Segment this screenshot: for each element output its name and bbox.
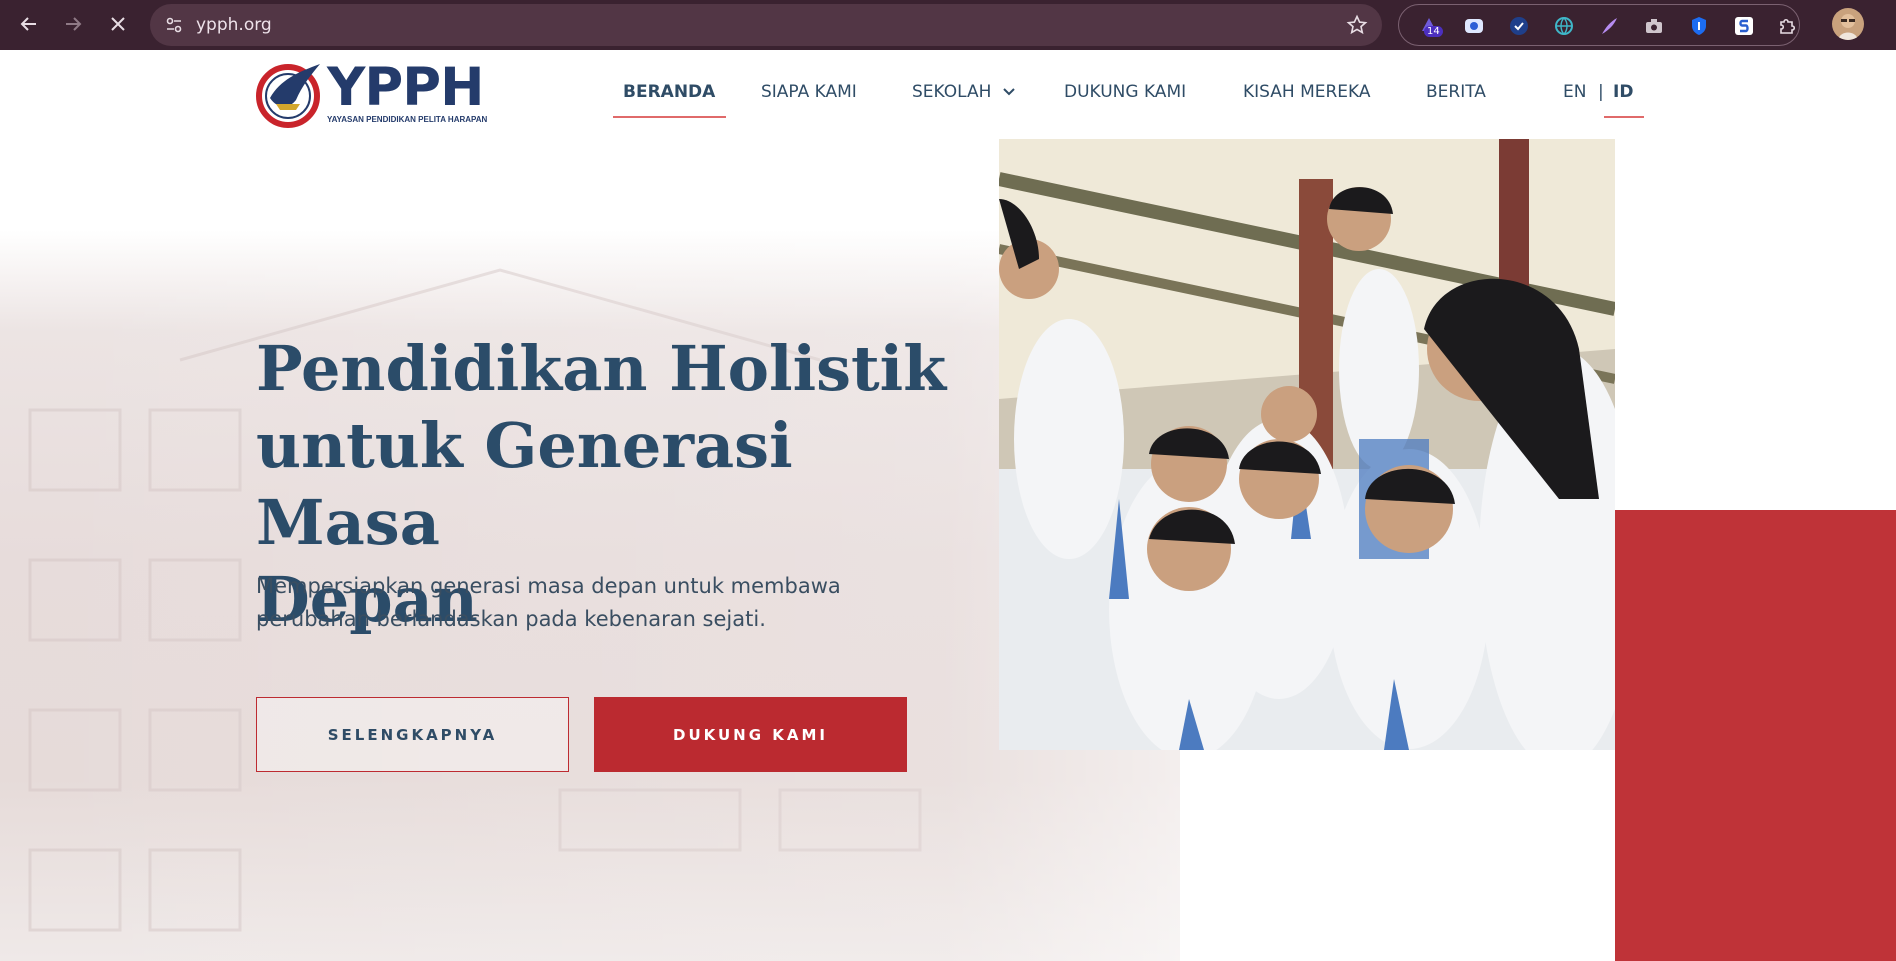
feather-extension-icon[interactable] — [1598, 15, 1620, 37]
bookmark-star-icon[interactable] — [1346, 14, 1368, 36]
decorative-red-block — [1615, 510, 1896, 961]
lang-active-underline — [1604, 116, 1644, 118]
extensions-bar: 14 — [1398, 4, 1800, 46]
lang-id[interactable]: ID — [1613, 82, 1633, 102]
nav-item-dukung-kami[interactable]: DUKUNG KAMI — [1064, 82, 1186, 102]
extensions-puzzle-icon[interactable] — [1776, 15, 1798, 37]
dukung-kami-button[interactable]: DUKUNG KAMI — [594, 697, 907, 772]
address-bar[interactable]: ypph.org — [150, 4, 1382, 46]
nav-item-kisah-mereka[interactable]: KISAH MEREKA — [1243, 82, 1371, 102]
forward-arrow-icon[interactable] — [58, 9, 88, 39]
browser-toolbar: ypph.org 14 — [0, 0, 1896, 50]
hero-title-line: untuk Generasi Masa — [256, 409, 793, 559]
web-page: YPPH YAYASAN PENDIDIKAN PELITA HARAPAN B… — [0, 50, 1896, 961]
lang-separator: | — [1598, 82, 1604, 102]
password-manager-extension-icon[interactable] — [1688, 15, 1710, 37]
checkmark-shield-extension-icon[interactable] — [1508, 15, 1530, 37]
hero-subtitle-line: Mempersiapkan generasi masa depan untuk … — [256, 574, 841, 598]
logo-subtitle: YAYASAN PENDIDIKAN PELITA HARAPAN — [327, 115, 488, 124]
logo-text: YPPH — [327, 57, 484, 118]
nav-item-sekolah[interactable]: SEKOLAH — [912, 82, 1015, 102]
back-arrow-icon[interactable] — [14, 9, 44, 39]
nav-item-berita[interactable]: BERITA — [1426, 82, 1486, 102]
hero-title-line: Pendidikan Holistik — [256, 332, 947, 405]
profile-avatar-icon[interactable] — [1832, 8, 1864, 40]
hero-subtitle: Mempersiapkan generasi masa depan untuk … — [256, 570, 936, 636]
nav-item-beranda[interactable]: BERANDA — [623, 82, 715, 102]
hero-subtitle-line: perubahan berlandaskan pada kebenaran se… — [256, 607, 766, 631]
chevron-down-icon — [1003, 88, 1015, 96]
stop-loading-icon[interactable] — [103, 9, 133, 39]
screen-record-extension-icon[interactable] — [1463, 15, 1485, 37]
nav-item-siapa-kami[interactable]: SIAPA KAMI — [761, 82, 857, 102]
hero-photo-students — [999, 139, 1615, 750]
camera-extension-icon[interactable] — [1643, 15, 1665, 37]
site-header: YPPH YAYASAN PENDIDIKAN PELITA HARAPAN B… — [0, 50, 1896, 139]
ypph-emblem-icon — [256, 64, 320, 128]
url-text[interactable]: ypph.org — [196, 15, 272, 35]
nav-active-underline — [613, 116, 726, 118]
nav-item-sekolah-label: SEKOLAH — [912, 82, 992, 102]
site-info-icon[interactable] — [164, 15, 184, 35]
selengkapnya-button[interactable]: SELENGKAPNYA — [256, 697, 569, 772]
lang-en[interactable]: EN — [1563, 82, 1586, 102]
globe-network-extension-icon[interactable] — [1553, 15, 1575, 37]
site-logo[interactable]: YPPH YAYASAN PENDIDIKAN PELITA HARAPAN — [256, 57, 506, 128]
extension-badge: 14 — [1424, 26, 1443, 37]
extension-notifications-icon[interactable]: 14 — [1418, 15, 1443, 37]
s-extension-icon[interactable] — [1733, 15, 1755, 37]
